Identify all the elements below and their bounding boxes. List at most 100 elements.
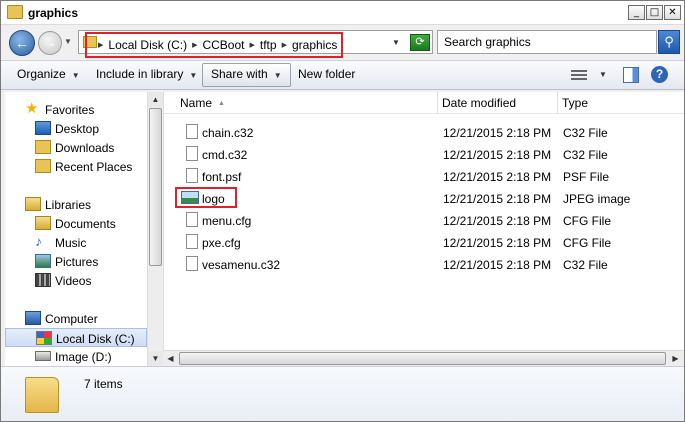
file-date: 12/21/2015 2:18 PM — [443, 170, 552, 184]
table-row[interactable]: vesamenu.c32 12/21/2015 2:18 PM C32 File — [164, 253, 684, 275]
table-row[interactable]: pxe.cfg 12/21/2015 2:18 PM CFG File — [164, 231, 684, 253]
column-header-name[interactable]: Name ▲ — [164, 92, 438, 114]
file-date: 12/21/2015 2:18 PM — [443, 192, 552, 206]
chevron-down-icon: ▼ — [273, 71, 282, 80]
forward-button[interactable]: → — [38, 31, 62, 55]
nav-downloads[interactable]: Downloads — [5, 138, 147, 157]
back-button[interactable]: ← — [9, 30, 35, 56]
nav-videos[interactable]: Videos — [5, 271, 147, 290]
nav-scrollbar[interactable]: ▲ ▼ — [147, 92, 163, 366]
details-pane: 7 items — [1, 366, 684, 421]
file-date: 12/21/2015 2:18 PM — [443, 258, 552, 272]
nav-favorites[interactable]: ★ Favorites — [5, 100, 147, 119]
documents-icon — [35, 216, 51, 230]
view-options-icon[interactable] — [571, 68, 587, 82]
column-header-date[interactable]: Date modified — [438, 92, 558, 114]
table-row[interactable]: font.psf 12/21/2015 2:18 PM PSF File — [164, 165, 684, 187]
chevron-right-icon[interactable]: ▶ — [250, 41, 255, 49]
file-date: 12/21/2015 2:18 PM — [443, 126, 552, 140]
title-bar[interactable]: graphics _ □ ✕ — [1, 1, 684, 25]
horizontal-scrollbar[interactable]: ◀ ▶ — [163, 350, 684, 366]
help-icon[interactable]: ? — [651, 66, 668, 83]
scroll-thumb[interactable] — [149, 108, 162, 266]
file-type: PSF File — [563, 170, 610, 184]
table-row[interactable]: logo 12/21/2015 2:18 PM JPEG image — [164, 187, 684, 209]
nav-music[interactable]: ♪ Music — [5, 233, 147, 252]
file-type: CFG File — [563, 236, 611, 250]
file-name: menu.cfg — [202, 214, 252, 228]
chevron-right-icon[interactable]: ▶ — [98, 41, 103, 49]
nav-local-disk[interactable]: Local Disk (C:) — [5, 328, 147, 347]
scroll-thumb[interactable] — [179, 352, 666, 365]
scroll-left-icon[interactable]: ◀ — [163, 351, 178, 366]
preview-pane-icon[interactable] — [623, 67, 639, 83]
nav-label: Videos — [55, 274, 92, 288]
share-with-button[interactable]: Share with ▼ — [202, 63, 291, 87]
maximize-button[interactable]: □ — [646, 5, 663, 20]
file-type: C32 File — [563, 148, 608, 162]
chevron-down-icon[interactable]: ▼ — [599, 70, 607, 79]
include-in-library-label: Include in library — [96, 67, 184, 81]
recent-pages-chevron-icon[interactable]: ▼ — [64, 37, 72, 46]
logo-highlight-annotation — [175, 187, 237, 208]
share-with-label: Share with — [211, 67, 268, 81]
breadcrumb-local-disk[interactable]: Local Disk (C:) — [108, 38, 187, 52]
file-list: Name ▲ Date modified Type chain.c32 12/21… — [163, 92, 684, 366]
close-button[interactable]: ✕ — [664, 5, 681, 20]
nav-documents[interactable]: Documents — [5, 214, 147, 233]
nav-label: Local Disk (C:) — [56, 332, 135, 346]
scroll-right-icon[interactable]: ▶ — [668, 351, 683, 366]
file-type: C32 File — [563, 258, 608, 272]
explorer-window: graphics _ □ ✕ ← → ▼ ▶ Local Disk (C:) ▶… — [0, 0, 685, 422]
pictures-icon — [35, 254, 51, 268]
refresh-icon[interactable]: ⟳ — [410, 34, 430, 51]
file-type: JPEG image — [563, 192, 631, 206]
breadcrumb-graphics[interactable]: graphics — [292, 38, 337, 52]
include-in-library-button[interactable]: Include in library ▼ — [96, 67, 197, 81]
file-icon — [186, 146, 198, 161]
scroll-up-icon[interactable]: ▲ — [148, 92, 163, 107]
nav-label: Music — [55, 236, 87, 250]
table-row[interactable]: chain.c32 12/21/2015 2:18 PM C32 File — [164, 121, 684, 143]
address-row: ← → ▼ ▶ Local Disk (C:) ▶ CCBoot ▶ tftp … — [1, 26, 684, 60]
chevron-right-icon[interactable]: ▶ — [282, 41, 287, 49]
nav-computer[interactable]: Computer — [5, 309, 147, 328]
organize-button[interactable]: Organize ▼ — [17, 67, 80, 81]
nav-label: Documents — [55, 217, 116, 231]
table-row[interactable]: menu.cfg 12/21/2015 2:18 PM CFG File — [164, 209, 684, 231]
nav-libraries[interactable]: Libraries — [5, 195, 147, 214]
chevron-down-icon: ▼ — [189, 71, 198, 80]
file-name: pxe.cfg — [202, 236, 241, 250]
search-input[interactable]: Search graphics — [437, 30, 657, 54]
file-type: C32 File — [563, 126, 608, 140]
nav-label: Downloads — [55, 141, 115, 155]
navigation-pane: ★ Favorites Desktop Downloads Recent Pla… — [5, 92, 147, 366]
nav-label: Recent Places — [55, 160, 133, 174]
file-name: chain.c32 — [202, 126, 254, 140]
address-dropdown-icon[interactable]: ▼ — [392, 38, 400, 47]
nav-pictures[interactable]: Pictures — [5, 252, 147, 271]
table-row[interactable]: cmd.c32 12/21/2015 2:18 PM C32 File — [164, 143, 684, 165]
scroll-down-icon[interactable]: ▼ — [148, 351, 163, 366]
folder-icon — [7, 5, 23, 19]
file-icon — [186, 124, 198, 139]
new-folder-button[interactable]: New folder — [298, 67, 355, 81]
file-icon — [186, 256, 198, 271]
chevron-right-icon[interactable]: ▶ — [192, 41, 197, 49]
window-title: graphics — [28, 6, 79, 20]
minimize-button[interactable]: _ — [628, 5, 645, 20]
file-name: vesamenu.c32 — [202, 258, 281, 272]
column-header-type[interactable]: Type — [558, 92, 684, 114]
address-bar[interactable]: ▶ Local Disk (C:) ▶ CCBoot ▶ tftp ▶ grap… — [78, 30, 433, 58]
breadcrumb-tftp[interactable]: tftp — [260, 38, 277, 52]
nav-recent-places[interactable]: Recent Places — [5, 157, 147, 176]
libraries-icon — [25, 197, 41, 211]
breadcrumb[interactable]: ▶ Local Disk (C:) ▶ CCBoot ▶ tftp ▶ grap… — [85, 32, 343, 58]
nav-label: Favorites — [45, 103, 95, 117]
nav-image-disk[interactable]: Image (D:) — [5, 347, 147, 366]
breadcrumb-ccboot[interactable]: CCBoot — [202, 38, 244, 52]
search-icon[interactable]: ⚲ — [658, 30, 680, 54]
nav-label: Pictures — [55, 255, 99, 269]
nav-desktop[interactable]: Desktop — [5, 119, 147, 138]
drive-icon — [35, 351, 51, 361]
